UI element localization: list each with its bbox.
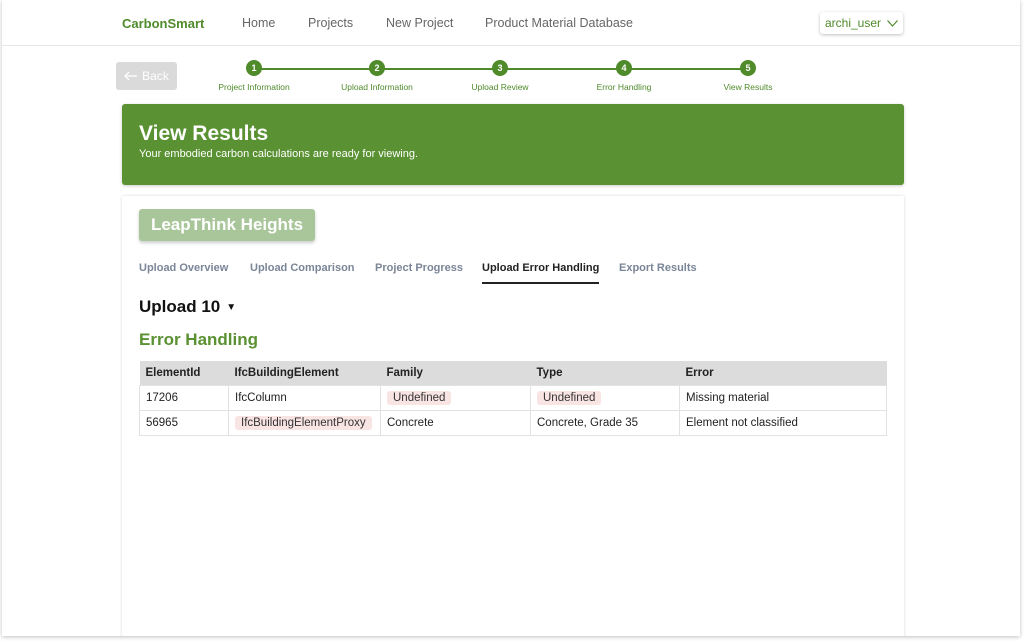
- tab-export-results[interactable]: Export Results: [619, 262, 697, 282]
- section-title: Error Handling: [139, 330, 259, 349]
- nav-product-material-database[interactable]: Product Material Database: [485, 16, 633, 30]
- cell-ifc-element: IfcBuildingElementProxy: [228, 409, 381, 436]
- step-2[interactable]: 2 Upload Information: [317, 60, 437, 92]
- error-highlight: IfcBuildingElementProxy: [235, 415, 372, 430]
- nav-home[interactable]: Home: [242, 16, 275, 30]
- app-window: CarbonSmart Home Projects New Project Pr…: [2, 0, 1020, 636]
- tab-upload-comparison[interactable]: Upload Comparison: [250, 262, 355, 282]
- column-header: Type: [530, 361, 680, 385]
- step-label: Upload Review: [471, 82, 529, 92]
- step-5[interactable]: 5 View Results: [688, 60, 808, 92]
- column-header: ElementId: [139, 361, 229, 385]
- cell-family: Concrete: [380, 409, 531, 436]
- step-number: 3: [492, 60, 508, 76]
- cell-element-id: 17206: [139, 384, 229, 411]
- cell-ifc-element: IfcColumn: [228, 384, 381, 411]
- cell-error: Element not classified: [679, 409, 887, 436]
- step-number: 1: [246, 60, 262, 76]
- table-row: 56965 IfcBuildingElementProxy Concrete C…: [139, 409, 887, 436]
- results-banner: View Results Your embodied carbon calcul…: [122, 104, 904, 185]
- cell-type: Undefined: [530, 384, 680, 411]
- error-table: ElementId IfcBuildingElement Family Type…: [139, 361, 887, 436]
- top-navbar: CarbonSmart Home Projects New Project Pr…: [2, 0, 1020, 46]
- user-name: archi_user: [824, 16, 882, 30]
- tab-project-progress[interactable]: Project Progress: [375, 262, 463, 282]
- page-title: View Results: [139, 122, 269, 145]
- error-highlight: Undefined: [387, 390, 452, 405]
- step-label: View Results: [723, 82, 773, 92]
- step-number: 2: [369, 60, 385, 76]
- progress-stepper: 1 Project Information 2 Upload Informati…: [2, 60, 1020, 100]
- chevron-down-icon: [887, 19, 898, 27]
- nav-projects[interactable]: Projects: [308, 16, 353, 30]
- step-4[interactable]: 4 Error Handling: [564, 60, 684, 92]
- cell-type: Concrete, Grade 35: [530, 409, 680, 436]
- step-number: 5: [740, 60, 756, 76]
- tab-upload-overview[interactable]: Upload Overview: [139, 262, 228, 282]
- step-number: 4: [616, 60, 632, 76]
- table-row: 17206 IfcColumn Undefined Undefined Miss…: [139, 384, 887, 411]
- column-header: Error: [679, 361, 887, 385]
- column-header: IfcBuildingElement: [228, 361, 381, 385]
- cell-error: Missing material: [679, 384, 887, 411]
- column-header: Family: [380, 361, 531, 385]
- step-label: Upload Information: [341, 82, 413, 92]
- caret-down-icon: ▼: [226, 301, 237, 313]
- user-menu-button[interactable]: archi_user: [820, 12, 903, 34]
- tab-upload-error-handling[interactable]: Upload Error Handling: [482, 262, 600, 284]
- upload-select-dropdown[interactable]: Upload 10 ▼: [139, 297, 236, 317]
- step-label: Error Handling: [596, 82, 652, 92]
- nav-new-project[interactable]: New Project: [386, 16, 453, 30]
- project-name-chip: LeapThink Heights: [139, 209, 315, 241]
- table-header-row: ElementId IfcBuildingElement Family Type…: [139, 361, 887, 385]
- error-highlight: Undefined: [537, 390, 602, 405]
- step-3[interactable]: 3 Upload Review: [440, 60, 560, 92]
- page-subtitle: Your embodied carbon calculations are re…: [139, 148, 419, 160]
- cell-element-id: 56965: [139, 409, 229, 436]
- step-label: Project Information: [218, 82, 290, 92]
- brand-logo[interactable]: CarbonSmart: [122, 16, 204, 31]
- upload-select-value: Upload 10: [139, 297, 221, 316]
- step-1[interactable]: 1 Project Information: [194, 60, 314, 92]
- cell-family: Undefined: [380, 384, 531, 411]
- results-card: LeapThink Heights Upload Overview Upload…: [122, 196, 904, 636]
